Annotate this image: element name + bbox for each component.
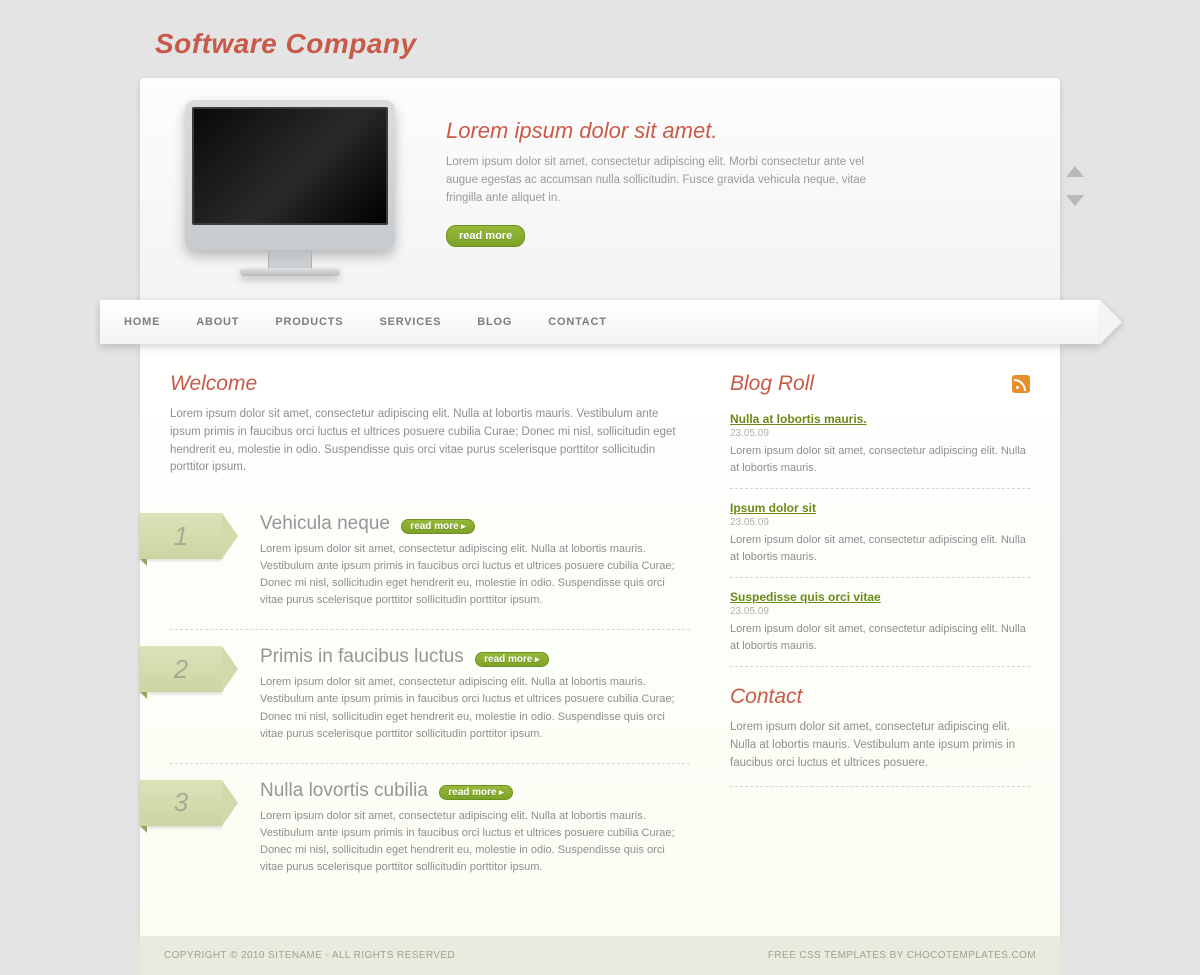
blog-item-link[interactable]: Nulla at lobortis mauris.	[730, 412, 867, 426]
nav-services[interactable]: SERVICES	[379, 316, 441, 328]
feature-title: Vehicula neque	[260, 513, 390, 535]
blog-item-body: Lorem ipsum dolor sit amet, consectetur …	[730, 532, 1030, 565]
blog-item-date: 23.05.09	[730, 606, 1030, 617]
feature-title: Nulla lovortis cubilia	[260, 780, 428, 802]
site-logo: Software Company	[0, 0, 1200, 78]
hero-read-more-button[interactable]: read more	[446, 225, 525, 247]
contact-title: Contact	[730, 685, 1030, 709]
feature-number-flag: 1	[140, 513, 222, 559]
blog-item: Ipsum dolor sit 23.05.09 Lorem ipsum dol…	[730, 495, 1030, 578]
feature-number-flag: 2	[140, 646, 222, 692]
nav-blog[interactable]: BLOG	[477, 316, 512, 328]
blog-item-link[interactable]: Ipsum dolor sit	[730, 501, 816, 515]
site-title: Software Company	[155, 28, 1200, 60]
footer-credit-link[interactable]: FREE CSS TEMPLATES BY CHOCOTEMPLATES.COM	[768, 950, 1036, 961]
blog-item-date: 23.05.09	[730, 517, 1030, 528]
carousel-down-icon[interactable]	[1066, 195, 1084, 206]
main-column: Welcome Lorem ipsum dolor sit amet, cons…	[170, 372, 690, 896]
footer: COPYRIGHT © 2010 SITENAME - ALL RIGHTS R…	[140, 936, 1060, 975]
welcome-body: Lorem ipsum dolor sit amet, consectetur …	[170, 406, 690, 477]
feature-read-more-button[interactable]: read more	[475, 652, 548, 667]
nav-products[interactable]: PRODUCTS	[275, 316, 343, 328]
feature-item: 3 Nulla lovortis cubilia read more Lorem…	[170, 764, 690, 896]
hero-heading: Lorem ipsum dolor sit amet.	[446, 118, 1030, 144]
feature-body: Lorem ipsum dolor sit amet, consectetur …	[260, 541, 690, 609]
footer-copyright: COPYRIGHT © 2010 SITENAME - ALL RIGHTS R…	[164, 950, 455, 961]
feature-list: 1 Vehicula neque read more Lorem ipsum d…	[170, 497, 690, 896]
nav-about[interactable]: ABOUT	[196, 316, 239, 328]
feature-item: 2 Primis in faucibus luctus read more Lo…	[170, 630, 690, 763]
hero-panel: Lorem ipsum dolor sit amet. Lorem ipsum …	[140, 78, 1060, 304]
sidebar: Blog Roll Nulla at lobortis mauris. 23.0…	[730, 372, 1030, 896]
contact-body: Lorem ipsum dolor sit amet, consectetur …	[730, 719, 1030, 787]
feature-body: Lorem ipsum dolor sit amet, consectetur …	[260, 674, 690, 742]
hero-body: Lorem ipsum dolor sit amet, consectetur …	[446, 154, 876, 207]
feature-title: Primis in faucibus luctus	[260, 646, 464, 668]
blog-item-date: 23.05.09	[730, 428, 1030, 439]
carousel-up-icon[interactable]	[1066, 166, 1084, 177]
welcome-title: Welcome	[170, 372, 690, 396]
feature-read-more-button[interactable]: read more	[439, 785, 512, 800]
feature-read-more-button[interactable]: read more	[401, 519, 474, 534]
blog-item-body: Lorem ipsum dolor sit amet, consectetur …	[730, 621, 1030, 654]
nav-home[interactable]: HOME	[124, 316, 160, 328]
blog-item-body: Lorem ipsum dolor sit amet, consectetur …	[730, 443, 1030, 476]
carousel-nav	[1066, 166, 1086, 206]
feature-number-flag: 3	[140, 780, 222, 826]
blog-item: Nulla at lobortis mauris. 23.05.09 Lorem…	[730, 406, 1030, 489]
hero-image	[170, 100, 410, 276]
blog-item: Suspedisse quis orci vitae 23.05.09 Lore…	[730, 584, 1030, 667]
blog-item-link[interactable]: Suspedisse quis orci vitae	[730, 590, 881, 604]
nav-contact[interactable]: CONTACT	[548, 316, 607, 328]
feature-body: Lorem ipsum dolor sit amet, consectetur …	[260, 808, 690, 876]
imac-illustration	[185, 100, 395, 276]
feature-item: 1 Vehicula neque read more Lorem ipsum d…	[170, 497, 690, 630]
main-nav: HOME ABOUT PRODUCTS SERVICES BLOG CONTAC…	[100, 300, 1100, 344]
blog-roll-title: Blog Roll	[730, 372, 814, 396]
rss-icon[interactable]	[1012, 375, 1030, 393]
